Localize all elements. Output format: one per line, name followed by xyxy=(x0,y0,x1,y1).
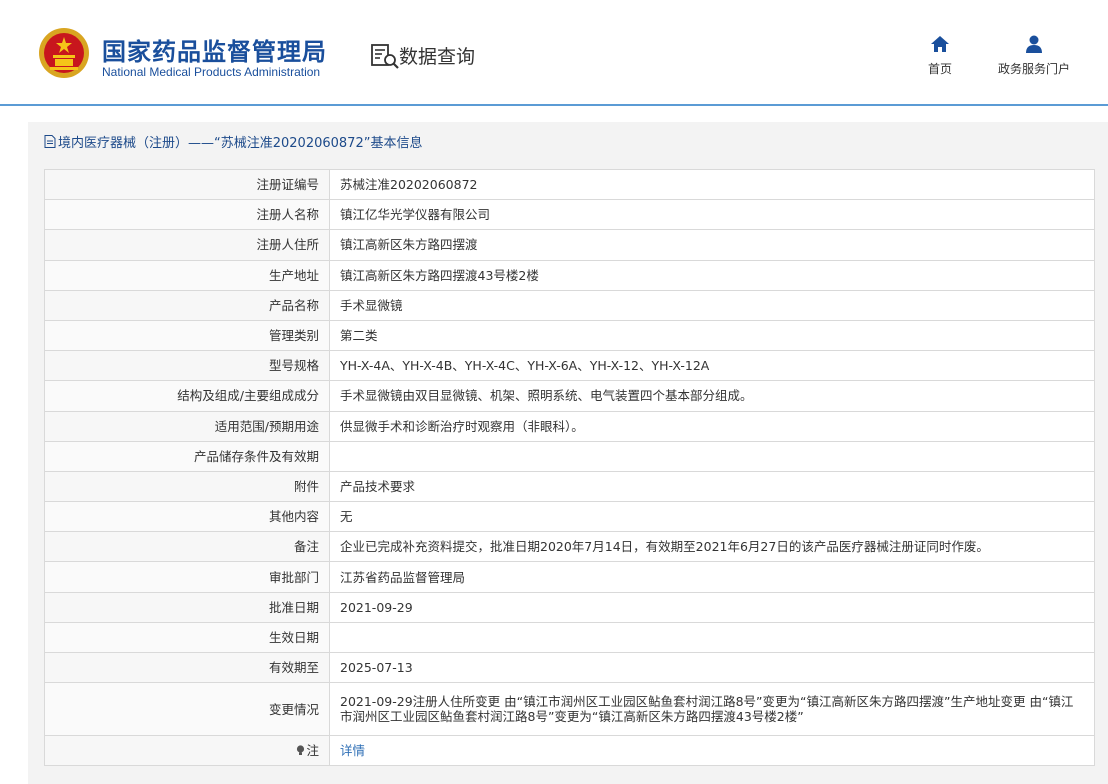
field-label: 审批部门 xyxy=(44,561,330,593)
org-name-cn: 国家药品监督管理局 xyxy=(102,38,327,66)
field-label: 备注 xyxy=(44,531,330,563)
panel-title-text: 境内医疗器械（注册）——“苏械注准20202060872”基本信息 xyxy=(58,135,423,151)
table-row: 变更情况 2021-09-29注册人住所变更 由“镇江市润州区工业园区鲇鱼套村润江… xyxy=(44,682,1095,737)
table-row: 生产地址 镇江高新区朱方路四摆渡43号楼2楼 xyxy=(44,259,1095,291)
field-label: 附件 xyxy=(44,470,330,503)
field-label: 有效期至 xyxy=(44,651,330,684)
nav-gov-services-label: 政务服务门户 xyxy=(998,62,1071,76)
field-value: 无 xyxy=(329,501,1095,533)
field-value xyxy=(329,440,1095,472)
field-label: 生产地址 xyxy=(44,259,330,291)
table-row: 适用范围/预期用途 供显微手术和诊断治疗时观察用（非眼科）。 xyxy=(44,410,1095,442)
table-row: 产品储存条件及有效期 xyxy=(44,440,1095,472)
header-divider xyxy=(0,104,1108,106)
field-value: 手术显微镜 xyxy=(329,289,1095,321)
table-row: 注册人住所 镇江高新区朱方路四摆渡 xyxy=(44,229,1095,261)
table-row: 生效日期 xyxy=(44,621,1095,654)
table-row: 审批部门 江苏省药品监督管理局 xyxy=(44,561,1095,593)
field-label: 其他内容 xyxy=(44,501,330,533)
table-row: 批准日期 2021-09-29 xyxy=(44,591,1095,623)
table-row: 产品名称 手术显微镜 xyxy=(44,289,1095,321)
national-emblem-icon xyxy=(39,28,89,78)
field-value: YH-X-4A、YH-X-4B、YH-X-4C、YH-X-6A、YH-X-12、… xyxy=(329,350,1095,382)
field-value: 第二类 xyxy=(329,319,1095,352)
user-icon xyxy=(1026,35,1042,53)
field-label: 批准日期 xyxy=(44,591,330,623)
nav-gov-services-link[interactable]: 政务服务门户 xyxy=(998,34,1070,77)
note-value: 详情 xyxy=(329,735,1095,767)
field-value: 企业已完成补充资料提交，批准日期2020年7月14日，有效期至2021年6月27… xyxy=(329,531,1095,563)
document-icon xyxy=(44,134,56,148)
site-header: 国家药品监督管理局 National Medical Products Admi… xyxy=(0,0,1108,104)
field-label: 注册证编号 xyxy=(44,168,330,201)
panel-title: 境内医疗器械（注册）——“苏械注准20202060872”基本信息 xyxy=(44,131,422,151)
field-value xyxy=(329,621,1095,654)
nav-home-label: 首页 xyxy=(928,62,953,76)
lightbulb-icon xyxy=(297,745,305,756)
field-label: 注册人名称 xyxy=(44,199,330,231)
table-row: 附件 产品技术要求 xyxy=(44,470,1095,503)
table-row: 备注 企业已完成补充资料提交，批准日期2020年7月14日，有效期至2021年6月… xyxy=(44,531,1095,563)
home-icon xyxy=(931,36,949,52)
field-value: 2021-09-29 xyxy=(329,591,1095,623)
field-value: 苏械注准20202060872 xyxy=(329,168,1095,201)
field-value: 手术显微镜由双目显微镜、机架、照明系统、电气装置四个基本部分组成。 xyxy=(329,380,1095,412)
field-label: 生效日期 xyxy=(44,621,330,654)
data-query-icon xyxy=(371,44,399,69)
note-row: 注 详情 xyxy=(44,735,1095,767)
field-label: 型号规格 xyxy=(44,350,330,382)
info-table: 注册证编号 苏械注准20202060872 注册人名称 镇江亿华光学仪器有限公司 注册人… xyxy=(44,168,1095,767)
field-value: 江苏省药品监督管理局 xyxy=(329,561,1095,593)
field-value: 镇江高新区朱方路四摆渡43号楼2楼 xyxy=(329,259,1095,291)
field-label: 注册人住所 xyxy=(44,229,330,261)
table-row: 结构及组成/主要组成成分 手术显微镜由双目显微镜、机架、照明系统、电气装置四个基本… xyxy=(44,380,1095,412)
table-row: 有效期至 2025-07-13 xyxy=(44,651,1095,684)
field-value: 镇江亿华光学仪器有限公司 xyxy=(329,199,1095,231)
table-row: 型号规格 YH-X-4A、YH-X-4B、YH-X-4C、YH-X-6A、YH-X… xyxy=(44,350,1095,382)
table-row: 管理类别 第二类 xyxy=(44,319,1095,352)
field-value: 2021-09-29注册人住所变更 由“镇江市润州区工业园区鲇鱼套村润江路8号”… xyxy=(329,682,1095,737)
table-row: 注册证编号 苏械注准20202060872 xyxy=(44,168,1095,201)
field-label: 产品储存条件及有效期 xyxy=(44,440,330,472)
field-label: 结构及组成/主要组成成分 xyxy=(44,380,330,412)
field-label: 产品名称 xyxy=(44,289,330,321)
field-value: 供显微手术和诊断治疗时观察用（非眼科）。 xyxy=(329,410,1095,442)
note-label-text: 注 xyxy=(306,743,319,759)
details-link[interactable]: 详情 xyxy=(340,743,365,758)
field-label: 管理类别 xyxy=(44,319,330,352)
org-name-en: National Medical Products Administration xyxy=(102,65,321,79)
field-value: 镇江高新区朱方路四摆渡 xyxy=(329,229,1095,261)
nav-home-link[interactable]: 首页 xyxy=(928,34,952,77)
field-value: 产品技术要求 xyxy=(329,470,1095,503)
field-label: 变更情况 xyxy=(44,682,330,737)
note-label: 注 xyxy=(44,735,330,767)
field-label: 适用范围/预期用途 xyxy=(44,410,330,442)
table-row: 其他内容无 xyxy=(44,501,1095,533)
field-value: 2025-07-13 xyxy=(329,651,1095,684)
table-row: 注册人名称 镇江亿华光学仪器有限公司 xyxy=(44,199,1095,231)
section-title: 数据查询 xyxy=(399,46,476,68)
